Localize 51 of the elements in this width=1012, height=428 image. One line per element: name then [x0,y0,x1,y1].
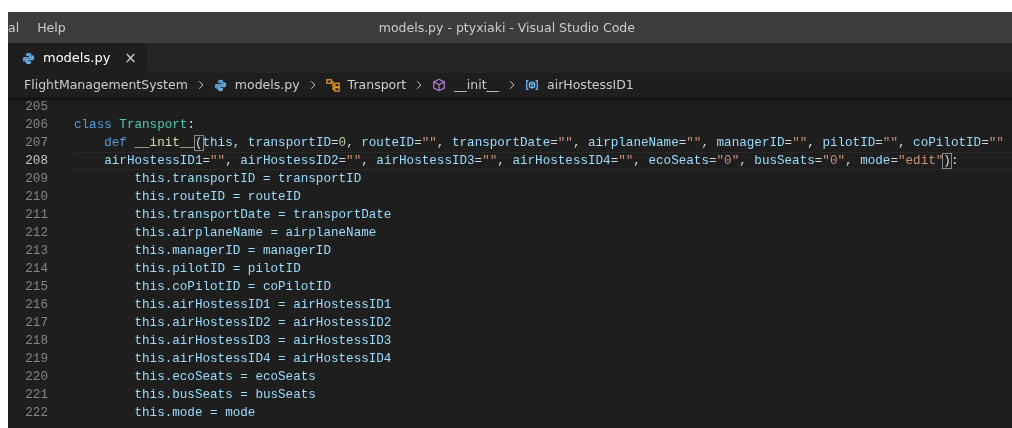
breadcrumb-item[interactable]: airHostessID1 [547,75,634,95]
code-line: this.transportID = transportID [133,170,362,188]
line-number: 213 [24,242,48,260]
line-number: 206 [24,116,48,134]
line-number: 217 [24,314,48,332]
line-number: 215 [24,278,48,296]
breadcrumb-item[interactable]: FlightManagementSystem [24,75,188,95]
line-number: 222 [24,404,48,422]
python-file-icon [213,78,227,92]
menu-item[interactable]: al [8,12,20,43]
close-button[interactable]: × [124,46,137,70]
code-line: this.routeID = routeID [133,188,301,206]
line-number: 211 [24,206,48,224]
code-line: this.airHostessID4 = airHostessID4 [133,350,392,368]
class-icon [325,78,340,92]
code-line: this.ecoSeats = ecoSeats [133,368,316,386]
code-line: def __init__(this, transportID=0, routeID="", transportDate="", airplaneName="", managerID="", pilotID="", coPilotID="" [103,134,1004,152]
line-number: 209 [24,170,48,188]
breadcrumb-item[interactable]: __init__ [454,75,500,95]
code-line: class Transport: [74,116,195,134]
code-line: this.coPilotID = coPilotID [133,278,331,296]
code-line: this.transportDate = transportDate [133,206,392,224]
code-line: airHostessID1="", airHostessID2="", airHostessID3="", airHostessID4="", ecoSeats="0", busSeats="0", mode="edit"): [103,152,959,170]
code-line: this.pilotID = pilotID [133,260,301,278]
line-number: 210 [24,188,48,206]
code-line: this.airHostessID2 = airHostessID2 [133,314,392,332]
editor-tab[interactable]: models.py × [8,43,147,73]
cube-icon [432,78,447,92]
line-number: 205 [24,98,48,116]
line-number: 221 [24,386,48,404]
python-file-icon [22,51,35,65]
line-number: 216 [24,296,48,314]
line-number: 208 [24,152,48,170]
line-number: 207 [24,134,48,152]
code-line: this.managerID = managerID [133,242,331,260]
tab-label: models.py [43,49,111,68]
code-line: this.airplaneName = airplaneName [133,224,377,242]
line-number: 214 [24,260,48,278]
code-line: this.busSeats = busSeats [133,386,316,404]
line-number: 219 [24,350,48,368]
code-line: this.mode = mode [133,404,256,422]
code-line: this.airHostessID3 = airHostessID3 [133,332,392,350]
code-line: this.airHostessID1 = airHostessID1 [133,296,392,314]
menu-item[interactable]: Help [37,12,66,43]
breadcrumb-item[interactable]: models.py [234,75,300,95]
line-number: 220 [24,368,48,386]
field-icon [525,78,540,92]
breadcrumb-item[interactable]: Transport [347,75,407,95]
window-title: models.py - ptyxiaki - Visual Studio Code [378,20,635,35]
line-number: 218 [24,332,48,350]
line-number: 212 [24,224,48,242]
